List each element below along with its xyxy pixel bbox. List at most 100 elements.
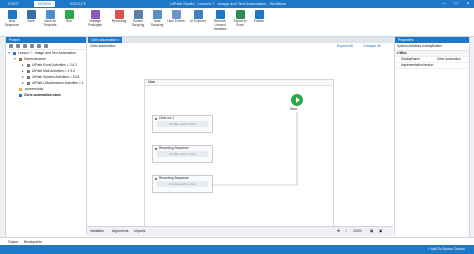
export-to-excel-label: Export to Excel xyxy=(233,19,247,27)
remove-unused-variables-button[interactable]: Remove Unused Variables xyxy=(211,10,229,31)
xaml-file-icon xyxy=(19,93,22,97)
tree-item-label: UiPath.Mail.Activities = 1.3.0 xyxy=(32,69,76,73)
tab-execute[interactable]: EXECUTE xyxy=(66,1,90,7)
package-icon xyxy=(27,69,30,73)
dependencies-icon xyxy=(19,57,22,61)
properties-subtitle: System.Activities.ActivityBuilder xyxy=(395,43,469,51)
overview-icon[interactable]: ▣ xyxy=(379,227,382,236)
user-events-label: User Events xyxy=(167,19,185,23)
tree-item-dependencies[interactable]: ▾ Dependencies xyxy=(14,57,46,62)
save-label: Save xyxy=(27,19,35,23)
zoom-level[interactable]: 100% xyxy=(353,227,362,236)
screen-scraping-button[interactable]: Screen Scraping xyxy=(129,10,147,28)
ui-explorer-label: UI Explorer xyxy=(190,19,206,23)
data-scraping-button[interactable]: Data Scraping xyxy=(148,10,166,28)
property-row-implementation-version[interactable]: ImplementationVersion xyxy=(395,63,469,69)
manage-packages-button[interactable]: Manage Packages xyxy=(86,10,104,28)
user-events-button[interactable]: User Events xyxy=(167,10,185,24)
filter-icon[interactable] xyxy=(44,44,48,48)
ui-explorer-button[interactable]: UI Explorer xyxy=(189,10,207,24)
properties-panel: Properties System.Activities.ActivityBui… xyxy=(394,37,469,235)
property-name: DisplayName xyxy=(401,57,420,61)
save-as-template-button[interactable]: Save as Template xyxy=(41,10,59,28)
scraping-icon xyxy=(133,10,143,19)
connector-lines xyxy=(212,112,298,186)
tree-item-label: Citrix automation.xaml xyxy=(24,93,61,97)
folder-icon xyxy=(19,87,22,91)
designer-canvas[interactable]: Main Start Citrix rec 1 Double-click to … xyxy=(87,50,393,233)
publish-icon xyxy=(254,10,264,19)
new-sequence-label: New Sequence xyxy=(4,19,20,27)
tree-item-package[interactable]: ▸ UiPath.UIAutomation.Activities = 1 xyxy=(22,81,84,86)
breadcrumb-item[interactable]: Citrix automation xyxy=(90,43,115,50)
collapse-icon[interactable] xyxy=(23,44,27,48)
tree-item-label: UiPath.System.Activities = 19.8. xyxy=(32,75,81,79)
close-icon[interactable]: × xyxy=(462,0,474,8)
folder-icon[interactable] xyxy=(30,44,34,48)
refresh-icon[interactable] xyxy=(9,44,13,48)
package-icon xyxy=(27,75,30,79)
tree-item-label: UiPath.UIAutomation.Activities = 1 xyxy=(32,81,84,85)
ui-explorer-icon xyxy=(193,10,203,19)
recording-button[interactable]: Recording xyxy=(110,10,128,24)
save-icon xyxy=(26,10,36,19)
arguments-tab[interactable]: Arguments xyxy=(112,227,128,236)
export-to-excel-button[interactable]: Export to Excel xyxy=(231,10,249,28)
run-label: Run xyxy=(66,19,72,23)
property-name: ImplementationVersion xyxy=(401,63,434,67)
run-icon xyxy=(64,10,74,19)
settings-icon[interactable] xyxy=(37,44,41,48)
tree-item-project[interactable]: ▾ Lesson 7 - Image and Text Automation xyxy=(8,51,76,56)
remove-variables-icon xyxy=(215,10,225,19)
ribbon: New Sequence Save Save as Template Run M… xyxy=(0,8,474,37)
project-panel: Project ▾ Lesson 7 - Image and Text Autom… xyxy=(6,37,87,235)
status-bar: + Add To Source Control xyxy=(0,245,474,254)
properties-title: Properties xyxy=(398,38,414,42)
tree-item-workflow-file[interactable]: Citrix automation.xaml xyxy=(19,93,61,98)
property-value[interactable]: Citrix automation xyxy=(437,57,461,62)
tree-item-label: UiPath.Excel.Activities = 2.4.2 xyxy=(32,63,78,67)
recording-icon xyxy=(114,10,124,19)
maximize-icon[interactable]: □ xyxy=(450,0,462,8)
project-icon xyxy=(13,51,16,55)
new-sequence-button[interactable]: New Sequence xyxy=(3,10,21,28)
packages-icon xyxy=(90,10,100,19)
excel-icon xyxy=(235,10,245,19)
publish-button[interactable]: Publish xyxy=(250,10,268,24)
tree-item-label: Lesson 7 - Image and Text Automation xyxy=(18,51,76,55)
expand-all-button[interactable]: Expand All xyxy=(337,43,353,50)
fit-screen-icon[interactable]: ▦ xyxy=(370,227,373,236)
tab-design[interactable]: DESIGN xyxy=(34,1,55,7)
data-scraping-label: Data Scraping xyxy=(150,19,164,27)
tab-start[interactable]: START xyxy=(4,1,23,7)
package-icon xyxy=(27,81,30,85)
tree-item-package[interactable]: ▸ UiPath.System.Activities = 19.8. xyxy=(22,75,80,80)
project-toolbar xyxy=(6,43,86,50)
designer-panel: Citrix automation × Citrix automation Ex… xyxy=(87,37,393,236)
main-sequence[interactable]: Main Start Citrix rec 1 Double-click to … xyxy=(144,79,334,233)
section-label: Misc xyxy=(399,51,407,55)
recording-label: Recording xyxy=(111,19,127,23)
pan-icon[interactable]: ✥ xyxy=(337,227,340,236)
tree-item-screenshots[interactable]: .screenshots xyxy=(19,87,43,92)
close-icon[interactable]: × xyxy=(117,38,119,42)
minimize-icon[interactable]: – xyxy=(438,0,450,8)
zoom-icon[interactable]: ⌕ xyxy=(345,227,347,236)
collapse-all-button[interactable]: Collapse All xyxy=(363,43,381,50)
tree-item-label: .screenshots xyxy=(24,87,44,91)
manage-packages-label: Manage Packages xyxy=(88,19,102,27)
new-sequence-icon xyxy=(7,10,17,19)
expand-icon[interactable] xyxy=(16,44,20,48)
tree-item-package[interactable]: ▸ UiPath.Mail.Activities = 1.3.0 xyxy=(22,69,75,74)
project-panel-title: Project xyxy=(9,38,20,42)
document-tab-label: Citrix automation xyxy=(91,38,117,42)
remove-unused-variables-label: Remove Unused Variables xyxy=(213,19,227,31)
imports-tab[interactable]: Imports xyxy=(134,227,145,236)
save-button[interactable]: Save xyxy=(22,10,40,24)
tree-item-package[interactable]: ▸ UiPath.Excel.Activities = 2.4.2 xyxy=(22,63,77,68)
run-button[interactable]: Run xyxy=(60,10,78,24)
properties-subtitle-text: System.Activities.ActivityBuilder xyxy=(397,44,442,48)
right-side-strip[interactable] xyxy=(469,37,474,237)
add-to-source-control-button[interactable]: + Add To Source Control xyxy=(428,245,465,254)
variables-tab[interactable]: Variables xyxy=(90,227,104,236)
